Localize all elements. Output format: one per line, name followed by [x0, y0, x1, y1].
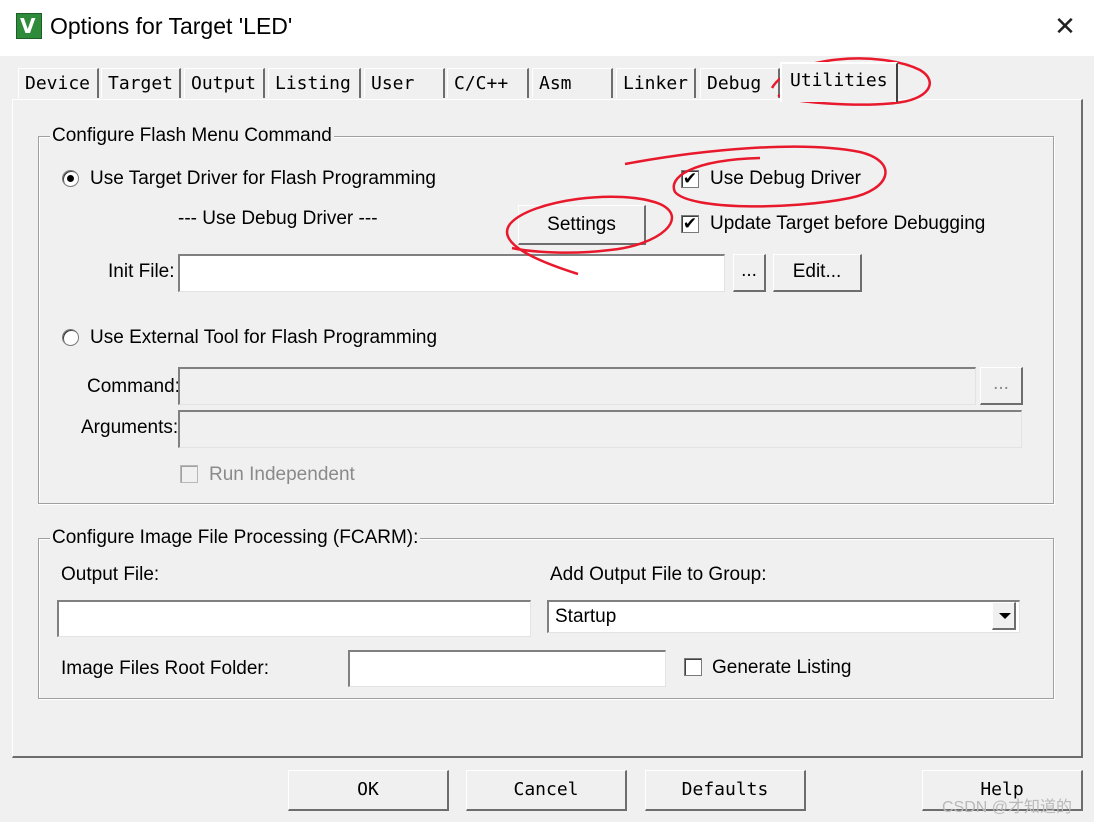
- ok-button[interactable]: OK: [288, 770, 449, 811]
- init-file-browse-button[interactable]: ...: [733, 254, 766, 292]
- target-driver-radio[interactable]: [62, 170, 79, 187]
- output-file-label: Output File:: [61, 564, 160, 585]
- tab-device[interactable]: Device: [18, 68, 99, 98]
- root-folder-input[interactable]: [348, 650, 666, 687]
- output-file-input[interactable]: [57, 600, 531, 637]
- use-debug-driver-checkbox[interactable]: ✔: [681, 170, 699, 188]
- command-input[interactable]: [178, 367, 976, 405]
- tab-linker[interactable]: Linker: [616, 68, 696, 98]
- external-tool-label: Use External Tool for Flash Programming: [90, 327, 438, 348]
- image-group-title: Configure Image File Processing (FCARM):: [50, 527, 421, 549]
- tab-debug[interactable]: Debug: [700, 68, 780, 98]
- group-select[interactable]: Startup: [547, 600, 1020, 633]
- external-tool-radio[interactable]: [62, 329, 79, 346]
- keil-app-icon: V: [16, 13, 42, 39]
- driver-name-text: --- Use Debug Driver ---: [178, 208, 378, 229]
- generate-listing-checkbox[interactable]: [684, 658, 702, 676]
- tab-asm[interactable]: Asm: [532, 68, 613, 98]
- defaults-button[interactable]: Defaults: [645, 770, 806, 811]
- cancel-button[interactable]: Cancel: [466, 770, 627, 811]
- run-independent-label: Run Independent: [209, 464, 355, 485]
- run-independent-checkbox[interactable]: [180, 465, 198, 483]
- update-target-label: Update Target before Debugging: [710, 213, 986, 234]
- tab-listing[interactable]: Listing: [268, 68, 361, 98]
- command-label: Command:: [87, 376, 180, 397]
- command-browse-button[interactable]: ...: [980, 367, 1023, 405]
- tab-user[interactable]: User: [364, 68, 445, 98]
- tab-target[interactable]: Target: [101, 68, 181, 98]
- target-driver-label: Use Target Driver for Flash Programming: [90, 168, 436, 189]
- chevron-down-icon[interactable]: [992, 602, 1016, 630]
- tab-output[interactable]: Output: [184, 68, 265, 98]
- tab-cpp[interactable]: C/C++: [447, 68, 529, 98]
- flash-group-title: Configure Flash Menu Command: [50, 125, 334, 147]
- init-file-label: Init File:: [108, 261, 175, 282]
- update-target-checkbox[interactable]: ✔: [681, 215, 699, 233]
- arguments-input[interactable]: [178, 410, 1022, 448]
- flash-menu-group: [38, 136, 1054, 504]
- root-folder-label: Image Files Root Folder:: [61, 658, 270, 679]
- generate-listing-label: Generate Listing: [712, 657, 852, 678]
- tab-utilities[interactable]: Utilities: [780, 62, 898, 102]
- use-debug-driver-label: Use Debug Driver: [710, 168, 861, 189]
- arguments-label: Arguments:: [81, 417, 179, 438]
- settings-button[interactable]: Settings: [518, 205, 646, 245]
- edit-button[interactable]: Edit...: [773, 254, 862, 292]
- init-file-input[interactable]: [178, 254, 725, 292]
- csdn-watermark: CSDN @才知道的: [942, 799, 1073, 816]
- close-icon[interactable]: ✕: [1052, 12, 1078, 42]
- window-title: Options for Target 'LED': [50, 13, 293, 39]
- add-to-group-label: Add Output File to Group:: [550, 564, 767, 585]
